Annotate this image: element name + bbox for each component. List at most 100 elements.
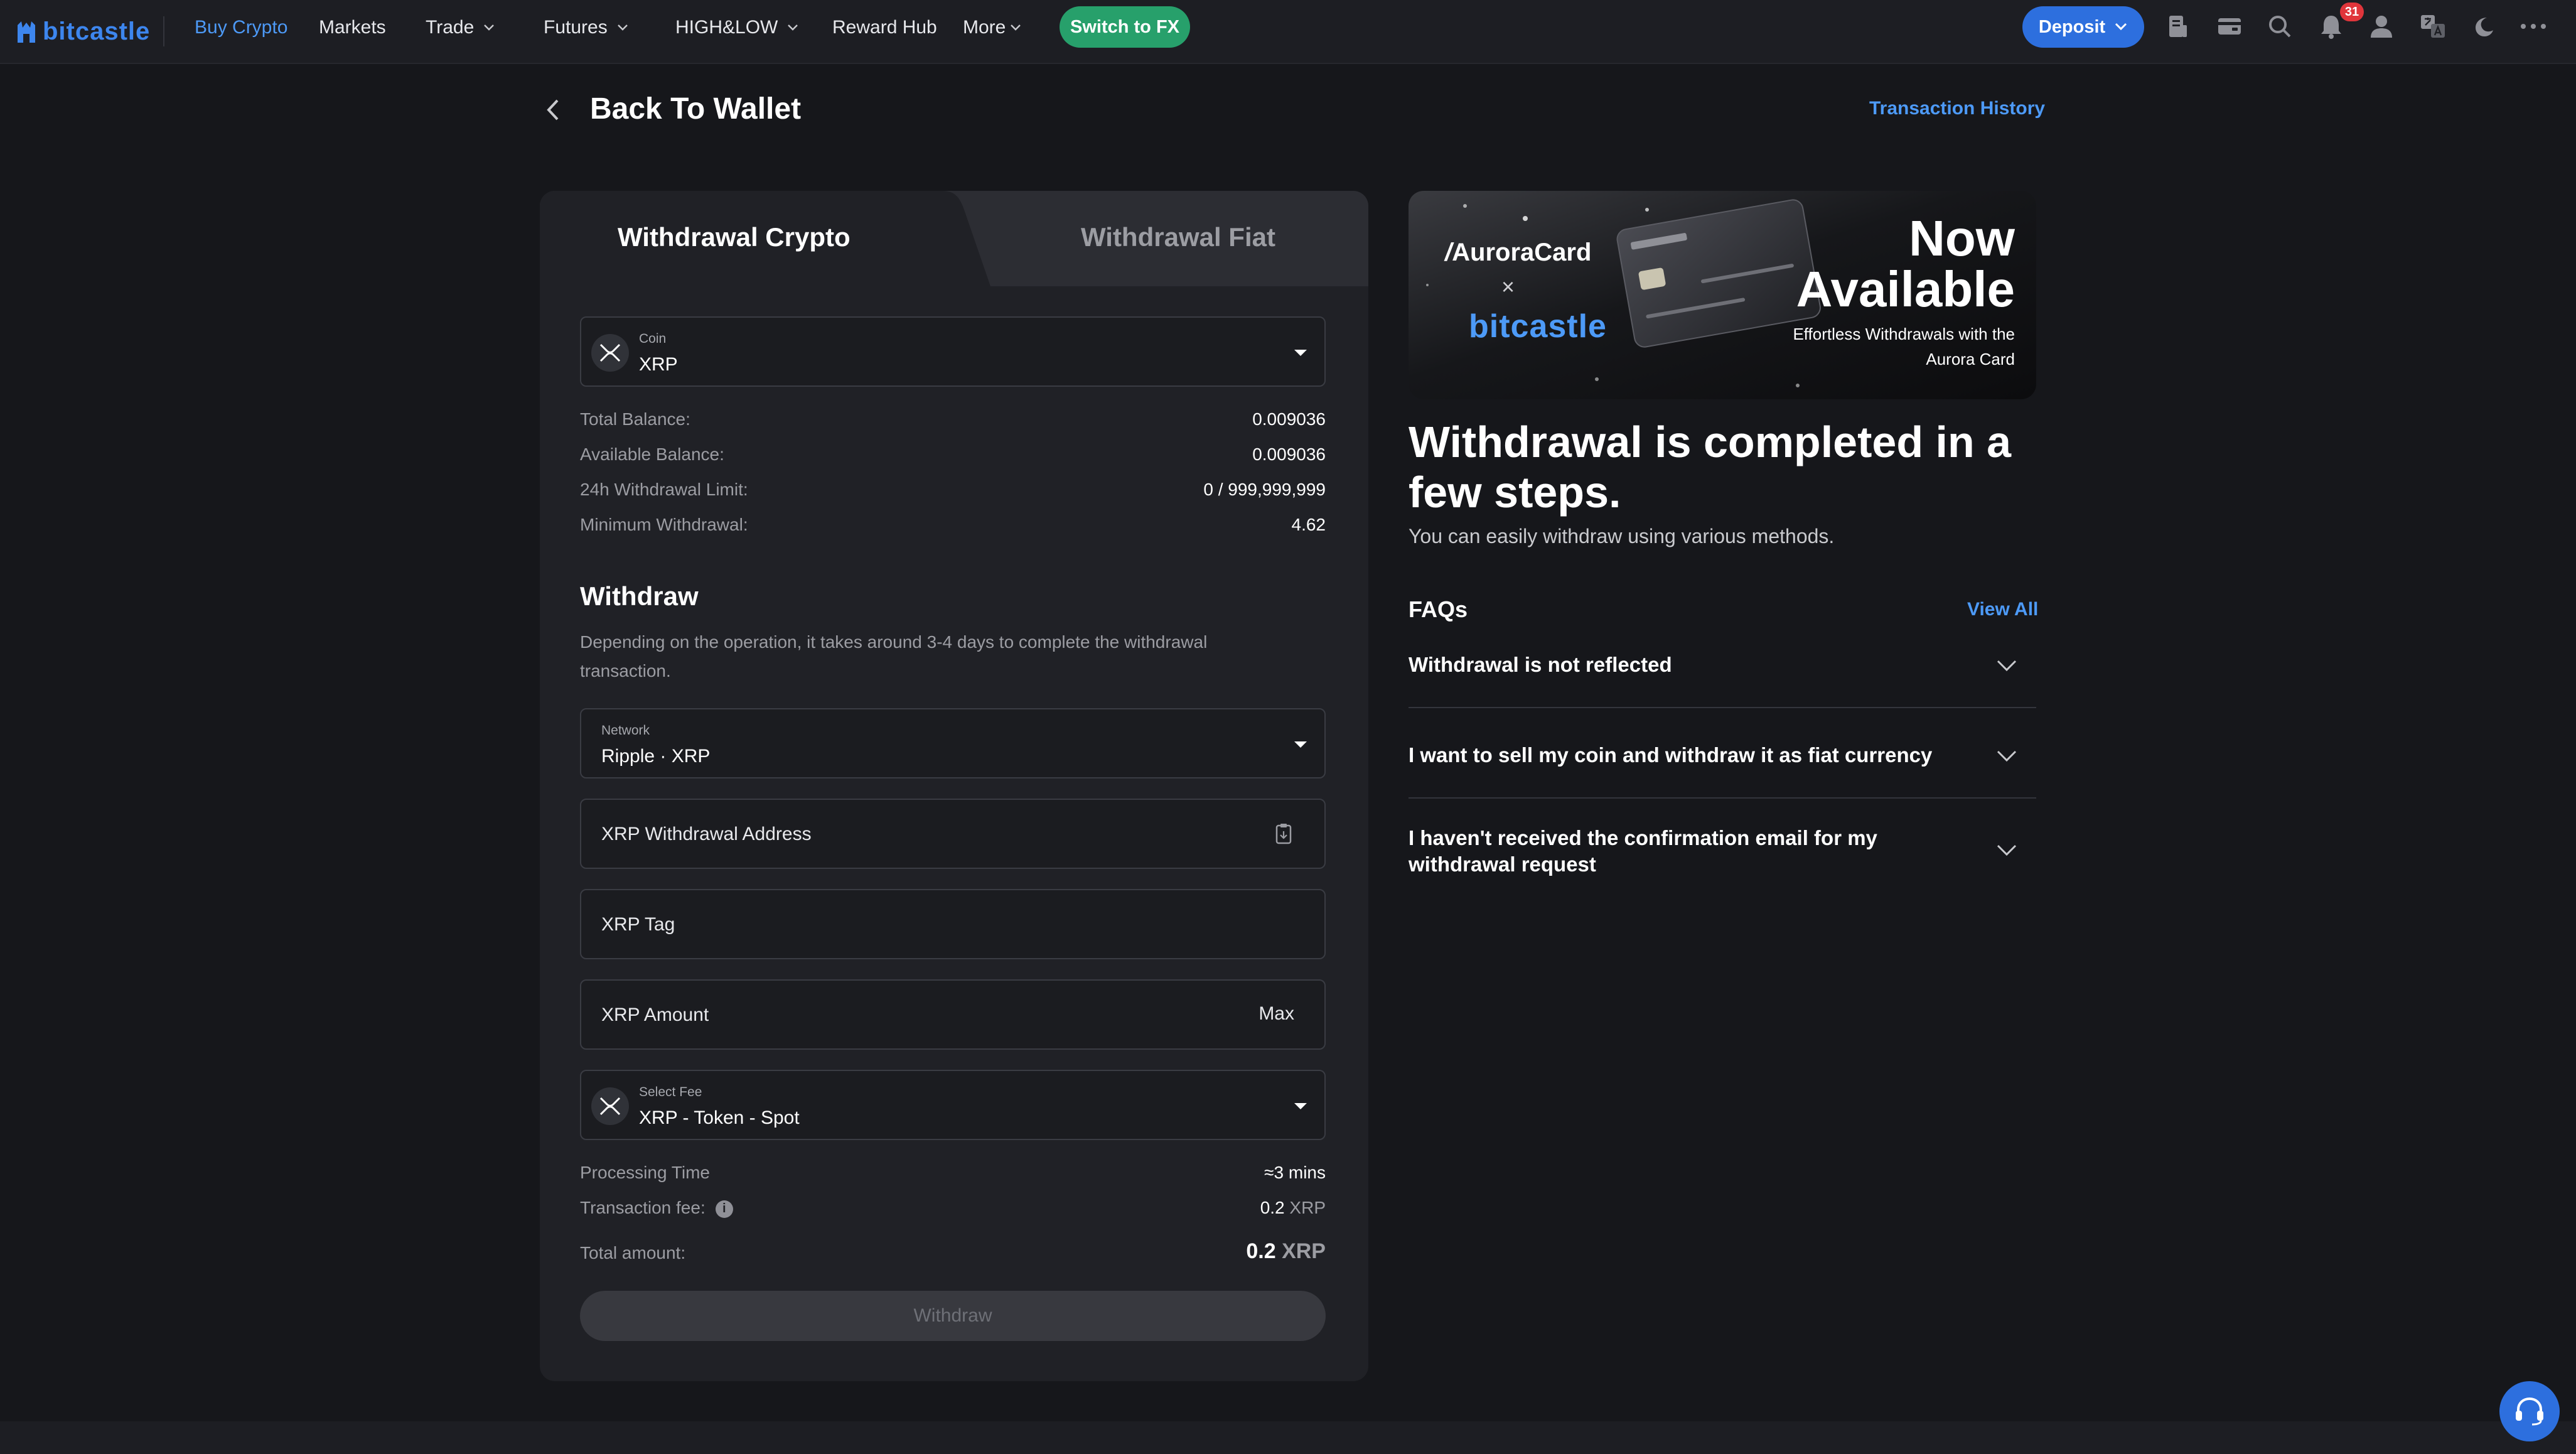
banner-available: Available — [1796, 261, 2015, 317]
chevron-down-icon — [484, 24, 495, 31]
nav-futures[interactable]: Futures — [544, 0, 629, 55]
xrp-icon — [591, 334, 629, 372]
info-subtitle: You can easily withdraw using various me… — [1409, 525, 1835, 547]
page-title[interactable]: Back To Wallet — [590, 92, 801, 126]
xrp-tag-placeholder: XRP Tag — [601, 914, 675, 935]
transaction-fee-value: 0.2 — [1260, 1198, 1285, 1217]
chevron-down-icon — [617, 24, 628, 31]
tab-withdrawal-fiat[interactable]: Withdrawal Fiat — [1081, 222, 1275, 252]
amount-field[interactable]: XRP Amount Max — [580, 979, 1326, 1050]
nav-reward-hub-label: Reward Hub — [832, 17, 937, 38]
total-amount-value-wrap: 0.2 XRP — [1246, 1239, 1326, 1264]
chevron-down-icon — [2115, 23, 2127, 31]
balance-row: Total Balance: 0.009036 — [580, 409, 1326, 434]
balance-value: 0.009036 — [1252, 409, 1326, 429]
chevron-down-icon — [1011, 24, 1021, 31]
withdraw-description: Depending on the operation, it takes aro… — [580, 632, 1208, 681]
support-chat-button[interactable] — [2499, 1381, 2560, 1441]
xrp-icon — [591, 1087, 629, 1125]
withdrawal-address-placeholder: XRP Withdrawal Address — [601, 824, 812, 844]
faq-item[interactable]: I haven't received the confirmation emai… — [1409, 797, 2036, 888]
top-navigation-bar: bitcastle Buy Crypto Markets Trade Futur… — [0, 0, 2576, 64]
xrp-tag-field[interactable]: XRP Tag — [580, 889, 1326, 959]
max-button[interactable]: Max — [1258, 1003, 1294, 1025]
nav-high-low-label: HIGH&LOW — [675, 17, 778, 38]
orders-icon[interactable] — [2163, 11, 2193, 41]
more-icon[interactable] — [2518, 11, 2548, 41]
balance-value: 4.62 — [1291, 515, 1326, 534]
nav-markets[interactable]: Markets — [319, 0, 386, 55]
chevron-down-icon — [1997, 844, 2017, 856]
nav-more[interactable]: More — [963, 0, 1022, 55]
nav-more-label: More — [963, 17, 1006, 38]
coin-select[interactable]: Coin XRP — [580, 316, 1326, 387]
processing-time-label: Processing Time — [580, 1163, 710, 1182]
network-value: Ripple · XRP — [601, 746, 711, 767]
translate-icon[interactable] — [2418, 11, 2448, 41]
network-select[interactable]: Network Ripple · XRP — [580, 708, 1326, 778]
transaction-history-link[interactable]: Transaction History — [1869, 98, 2045, 119]
fee-select[interactable]: Select Fee XRP - Token - Spot — [580, 1070, 1326, 1140]
balance-row: 24h Withdrawal Limit: 0 / 999,999,999 — [580, 480, 1326, 505]
coin-label: Coin — [639, 331, 667, 346]
balance-row: Minimum Withdrawal: 4.62 — [580, 515, 1326, 540]
view-all-link[interactable]: View All — [1967, 599, 2038, 620]
withdraw-section-title: Withdraw — [580, 581, 699, 611]
tab-withdrawal-crypto[interactable]: Withdrawal Crypto — [618, 222, 851, 252]
logo-text: bitcastle — [43, 17, 151, 45]
nav-buy-crypto-label: Buy Crypto — [195, 17, 288, 38]
coin-value: XRP — [639, 354, 678, 375]
faq-question: I want to sell my coin and withdraw it a… — [1409, 743, 1933, 767]
chevron-down-icon — [788, 24, 798, 31]
nav-markets-label: Markets — [319, 17, 386, 38]
moon-icon[interactable] — [2468, 11, 2498, 41]
search-icon[interactable] — [2265, 11, 2295, 41]
transaction-fee-label: Transaction fee: — [580, 1198, 706, 1217]
withdraw-button[interactable]: Withdraw — [580, 1291, 1326, 1341]
faq-question: Withdrawal is not reflected — [1409, 653, 1672, 676]
faq-question: I haven't received the confirmation emai… — [1409, 826, 1877, 876]
caret-down-icon — [1294, 1103, 1307, 1109]
nav-buy-crypto[interactable]: Buy Crypto — [195, 0, 287, 55]
banner-brand-bitcastle: bitcastle — [1469, 308, 1607, 345]
balance-value: 0 / 999,999,999 — [1203, 480, 1326, 499]
total-amount-row: Total amount: 0.2 XRP — [580, 1239, 1326, 1268]
faq-item[interactable]: Withdrawal is not reflected — [1409, 639, 2036, 708]
headset-icon — [2516, 1397, 2543, 1426]
info-title: Withdrawal is completed in a few steps. — [1409, 417, 2012, 517]
withdrawal-address-field[interactable]: XRP Withdrawal Address — [580, 799, 1326, 869]
paste-icon[interactable] — [1274, 822, 1293, 845]
nav-reward-hub[interactable]: Reward Hub — [832, 0, 937, 55]
total-amount-label: Total amount: — [580, 1243, 686, 1263]
caret-down-icon — [1294, 350, 1307, 356]
transaction-fee-value-wrap: 0.2 XRP — [1260, 1198, 1326, 1218]
processing-time-value: ≈3 mins — [1264, 1163, 1326, 1182]
nav-trade-label: Trade — [426, 17, 475, 38]
deposit-button[interactable]: Deposit — [2022, 6, 2144, 48]
banner-subtitle: Effortless Withdrawals with the Aurora C… — [1793, 325, 2015, 369]
fee-label: Select Fee — [639, 1085, 702, 1099]
caret-down-icon — [1294, 741, 1307, 748]
chevron-down-icon — [1997, 750, 2017, 762]
transaction-fee-row: Transaction fee: i 0.2 XRP — [580, 1198, 1326, 1223]
transaction-fee-unit: XRP — [1289, 1198, 1326, 1217]
notification-badge: 31 — [2340, 3, 2364, 21]
faq-item[interactable]: I want to sell my coin and withdraw it a… — [1409, 707, 2036, 799]
faqs-title: FAQs — [1409, 596, 1468, 622]
wallet-icon[interactable] — [2214, 11, 2245, 41]
withdrawal-form-panel: Withdrawal Crypto Withdrawal Fiat Coin X… — [540, 191, 1368, 1381]
back-arrow-icon[interactable] — [542, 97, 565, 123]
user-icon[interactable] — [2366, 11, 2396, 41]
balance-label: Minimum Withdrawal: — [580, 515, 748, 534]
switch-to-fx-button[interactable]: Switch to FX — [1060, 6, 1190, 48]
balance-label: Total Balance: — [580, 409, 690, 429]
info-icon[interactable]: i — [715, 1200, 733, 1218]
amount-placeholder: XRP Amount — [601, 1004, 709, 1025]
bitcastle-logo[interactable]: bitcastle — [15, 14, 150, 49]
nav-high-low[interactable]: HIGH&LOW — [675, 0, 799, 55]
nav-trade[interactable]: Trade — [426, 0, 495, 55]
fee-value: XRP - Token - Spot — [639, 1107, 800, 1128]
balance-row: Available Balance: 0.009036 — [580, 444, 1326, 470]
banner-x: × — [1501, 274, 1515, 299]
aurora-card-banner[interactable]: /AuroraCard × bitcastle Now Available Ef… — [1409, 191, 2036, 399]
